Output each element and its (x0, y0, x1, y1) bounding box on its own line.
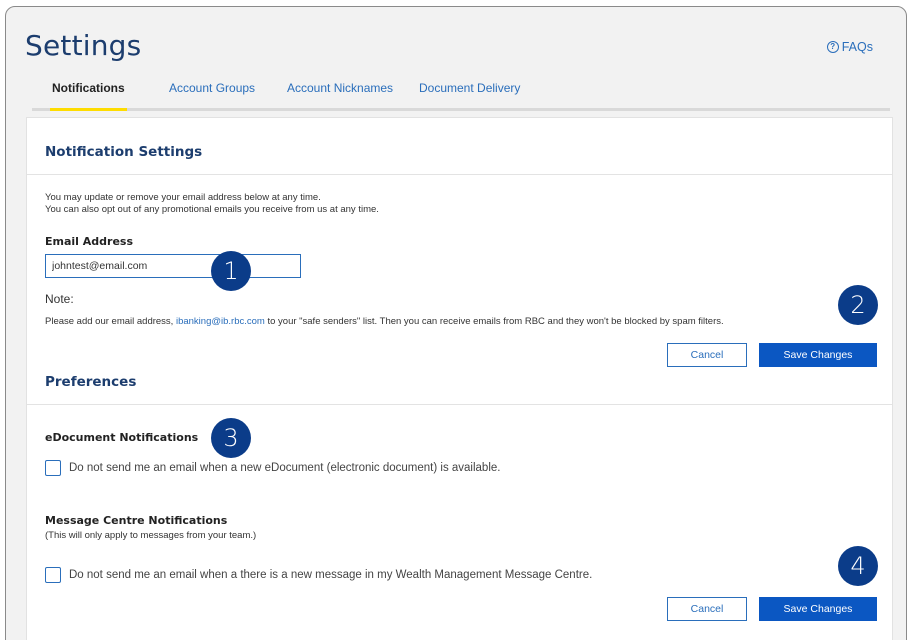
edocument-notifications-heading: eDocument Notifications (45, 431, 199, 444)
tab-account-nicknames[interactable]: Account Nicknames (287, 81, 393, 108)
message-centre-opt-out-checkbox[interactable] (45, 567, 61, 583)
tab-account-groups[interactable]: Account Groups (169, 81, 255, 108)
email-address-input[interactable] (45, 254, 301, 278)
callout-badge: 1 (211, 251, 251, 291)
intro-text-line2: You can also opt out of any promotional … (45, 204, 379, 215)
tab-document-delivery[interactable]: Document Delivery (419, 81, 520, 108)
rbc-email-link[interactable]: ibanking@ib.rbc.com (176, 316, 265, 327)
callout-badge: 4 (838, 546, 878, 586)
page-title: Settings (25, 29, 142, 62)
cancel-button[interactable]: Cancel (667, 597, 747, 621)
edocument-opt-out-row: Do not send me an email when a new eDocu… (45, 460, 500, 476)
note-text: Please add our email address, ibanking@i… (45, 316, 724, 327)
help-circle-icon: ? (826, 41, 839, 53)
callout-badge: 2 (838, 285, 878, 325)
faqs-link[interactable]: ? FAQs (826, 40, 873, 54)
message-centre-subtext: (This will only apply to messages from y… (45, 530, 257, 541)
message-centre-opt-out-label[interactable]: Do not send me an email when a there is … (69, 569, 592, 581)
settings-tabs: Notifications Account Groups Account Nic… (32, 81, 890, 111)
settings-card: Notification Settings You may update or … (26, 117, 893, 640)
notification-settings-heading: Notification Settings (45, 144, 203, 160)
section-divider (27, 174, 892, 175)
edocument-opt-out-label[interactable]: Do not send me an email when a new eDocu… (69, 462, 500, 474)
faqs-label: FAQs (841, 40, 873, 54)
tab-notifications[interactable]: Notifications (50, 81, 127, 111)
section-divider (27, 404, 892, 405)
save-changes-button[interactable]: Save Changes (759, 597, 877, 621)
preferences-heading: Preferences (45, 374, 137, 390)
message-centre-opt-out-row: Do not send me an email when a there is … (45, 567, 592, 583)
edocument-opt-out-checkbox[interactable] (45, 460, 61, 476)
callout-badge: 3 (211, 418, 251, 458)
save-changes-button[interactable]: Save Changes (759, 343, 877, 367)
message-centre-notifications-heading: Message Centre Notifications (45, 514, 228, 527)
email-address-label: Email Address (45, 235, 134, 248)
note-heading: Note: (45, 292, 74, 306)
cancel-button[interactable]: Cancel (667, 343, 747, 367)
intro-text-line1: You may update or remove your email addr… (45, 192, 321, 203)
